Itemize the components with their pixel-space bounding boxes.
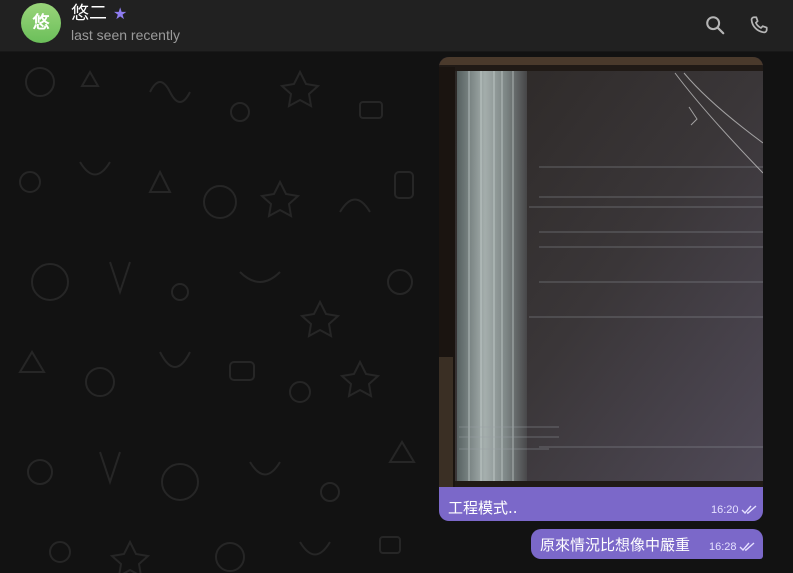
text-message[interactable]: 原來情況比想像中嚴重 16:28	[531, 529, 763, 559]
chat-title-row: 悠二 ★	[71, 3, 180, 25]
avatar[interactable]: 悠	[21, 3, 61, 43]
message-time: 16:28	[709, 541, 737, 553]
photo-caption: 工程模式..	[448, 499, 518, 517]
message-text: 原來情況比想像中嚴重	[540, 536, 691, 554]
broken-screen-photo	[439, 57, 763, 487]
message-meta: 16:20	[711, 504, 758, 516]
chat-title: 悠二	[71, 3, 107, 24]
chat-status: last seen recently	[71, 27, 180, 43]
star-icon: ★	[113, 4, 128, 23]
double-check-icon	[741, 505, 756, 515]
message-meta: 16:28	[709, 541, 756, 553]
message-time: 16:20	[711, 504, 739, 516]
double-check-icon	[739, 542, 754, 552]
chat-info[interactable]: 悠二 ★ last seen recently	[71, 3, 180, 43]
search-icon	[706, 16, 725, 35]
call-button[interactable]	[746, 12, 772, 38]
message-photo[interactable]	[439, 57, 763, 487]
phone-icon	[750, 16, 768, 34]
photo-message[interactable]: 工程模式.. 16:20	[439, 57, 763, 521]
chat-header: 悠 悠二 ★ last seen recently	[0, 0, 793, 52]
search-button[interactable]	[702, 12, 728, 38]
